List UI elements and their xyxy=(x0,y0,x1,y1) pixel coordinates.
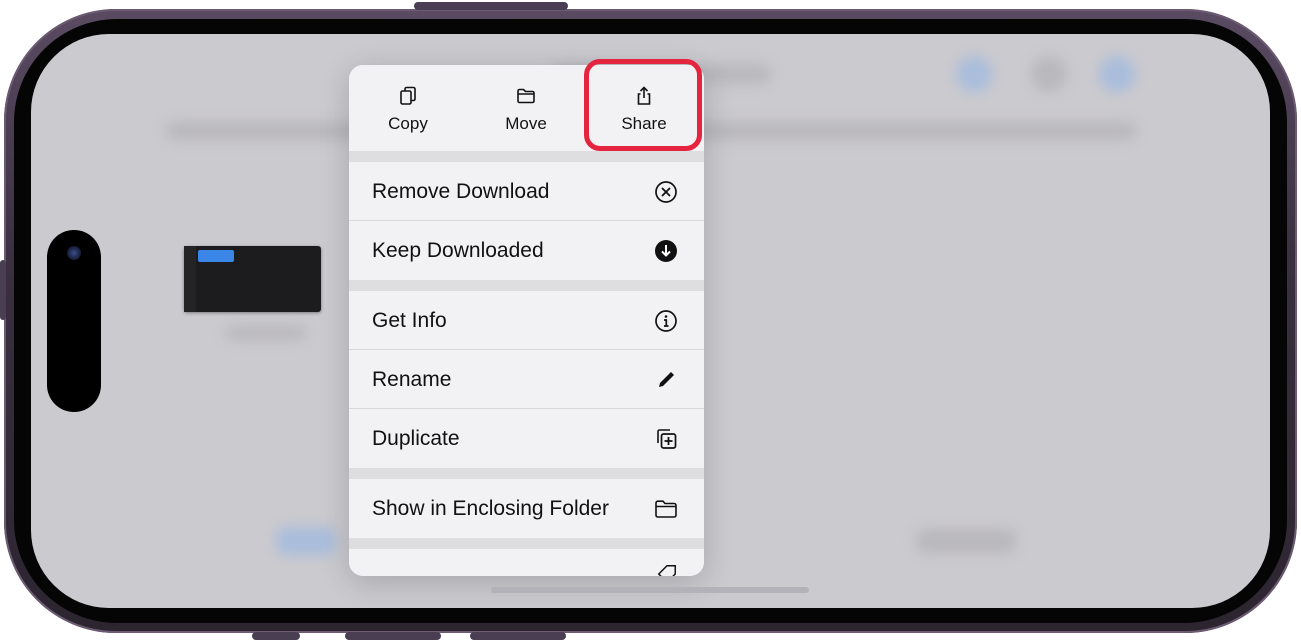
tag-icon xyxy=(657,565,676,576)
move-button[interactable]: Move xyxy=(467,65,585,151)
move-label: Move xyxy=(505,114,547,133)
folder-icon xyxy=(655,500,677,518)
menu-item-label: Keep Downloaded xyxy=(372,239,544,262)
menu-item-label: Get Info xyxy=(372,309,447,332)
download-circle-icon xyxy=(655,240,677,262)
blurred-toolbar-button xyxy=(1099,56,1135,92)
file-thumbnail[interactable] xyxy=(184,246,321,312)
blurred-tab-item xyxy=(916,529,1016,553)
copy-icon xyxy=(400,86,416,105)
home-indicator[interactable] xyxy=(491,587,809,593)
blurred-tab-item xyxy=(276,527,336,555)
share-highlight-box xyxy=(584,59,702,151)
menu-item-label: Rename xyxy=(372,368,452,391)
pencil-icon xyxy=(659,372,674,387)
dynamic-island xyxy=(47,230,101,412)
copy-button[interactable]: Copy xyxy=(349,65,467,151)
menu-item-label: Remove Download xyxy=(372,180,550,203)
menu-separator xyxy=(349,280,704,291)
phone-volume-button xyxy=(414,2,568,10)
menu-item-duplicate[interactable]: Duplicate xyxy=(349,409,704,468)
blurred-toolbar-button xyxy=(956,56,992,92)
menu-separator xyxy=(349,538,704,549)
screen: Copy Move Share Remove Download Keep Dow… xyxy=(31,34,1270,608)
menu-separator xyxy=(349,151,704,162)
phone-button xyxy=(345,632,441,640)
menu-separator xyxy=(349,468,704,479)
folder-icon xyxy=(517,88,535,104)
menu-item-get-info[interactable]: Get Info xyxy=(349,291,704,350)
phone-button xyxy=(470,632,566,640)
copy-label: Copy xyxy=(388,114,428,133)
remove-circle-icon xyxy=(655,181,677,203)
thumbnail-sidebar xyxy=(184,246,196,312)
phone-side-button xyxy=(0,260,6,320)
menu-item-remove-download[interactable]: Remove Download xyxy=(349,162,704,221)
thumbnail-highlight xyxy=(198,250,234,262)
phone-button xyxy=(252,632,300,640)
menu-item-label: Show in Enclosing Folder xyxy=(372,497,609,520)
blurred-toolbar-button xyxy=(1031,56,1067,92)
duplicate-icon xyxy=(657,429,677,449)
menu-item-rename[interactable]: Rename xyxy=(349,350,704,409)
camera-icon xyxy=(67,246,81,260)
menu-item-label: Duplicate xyxy=(372,427,460,450)
menu-item-keep-downloaded[interactable]: Keep Downloaded xyxy=(349,221,704,280)
blurred-file-name xyxy=(226,326,306,340)
info-icon xyxy=(655,310,677,332)
menu-item-partial[interactable] xyxy=(349,549,704,576)
menu-item-show-in-enclosing-folder[interactable]: Show in Enclosing Folder xyxy=(349,479,704,538)
